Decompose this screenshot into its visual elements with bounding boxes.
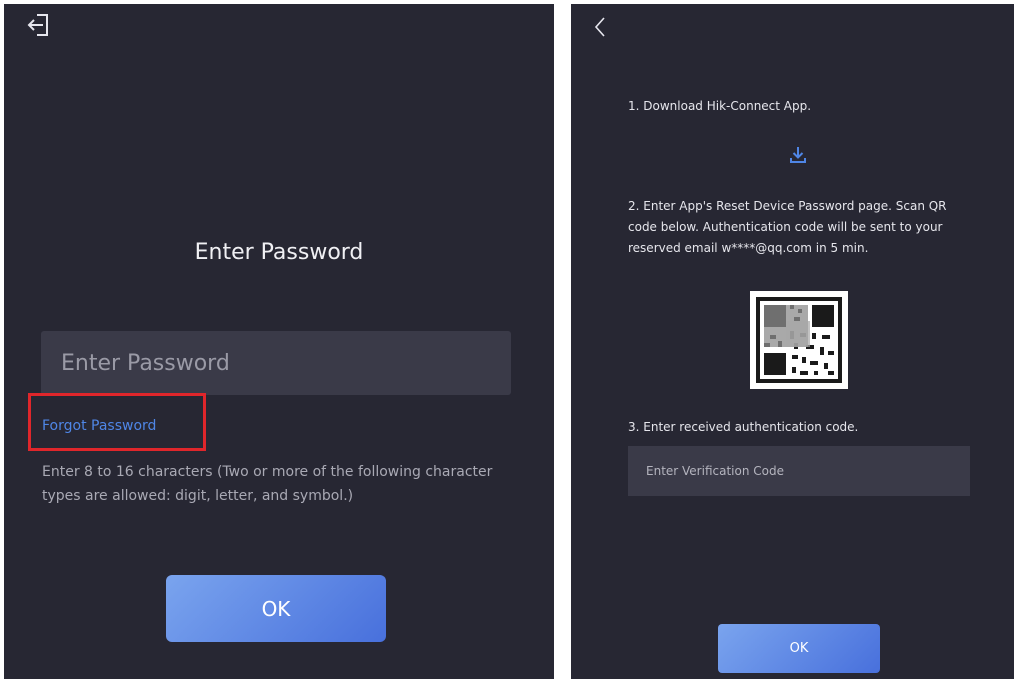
password-input[interactable] bbox=[41, 331, 511, 395]
step-enter-code: 3. Enter received authentication code. bbox=[628, 420, 859, 434]
step-download-app: 1. Download Hik-Connect App. bbox=[628, 99, 812, 113]
verification-code-input[interactable] bbox=[628, 446, 970, 496]
page-title: Enter Password bbox=[194, 240, 364, 265]
ok-button-reset[interactable]: OK bbox=[718, 624, 880, 673]
forgot-password-link[interactable]: Forgot Password bbox=[42, 418, 156, 434]
stage: Enter Password Forgot Password Enter 8 t… bbox=[0, 0, 1014, 679]
reset-password-screen: 1. Download Hik-Connect App. 2. Enter Ap… bbox=[571, 4, 1014, 679]
logout-icon[interactable] bbox=[24, 10, 54, 40]
back-icon[interactable] bbox=[591, 12, 611, 42]
enter-password-screen: Enter Password Forgot Password Enter 8 t… bbox=[4, 4, 554, 679]
download-icon[interactable] bbox=[787, 144, 809, 166]
qr-code bbox=[750, 291, 848, 389]
password-hint: Enter 8 to 16 characters (Two or more of… bbox=[42, 464, 493, 504]
step-scan-qr: 2. Enter App's Reset Device Password pag… bbox=[628, 199, 947, 255]
ok-button[interactable]: OK bbox=[166, 575, 386, 642]
